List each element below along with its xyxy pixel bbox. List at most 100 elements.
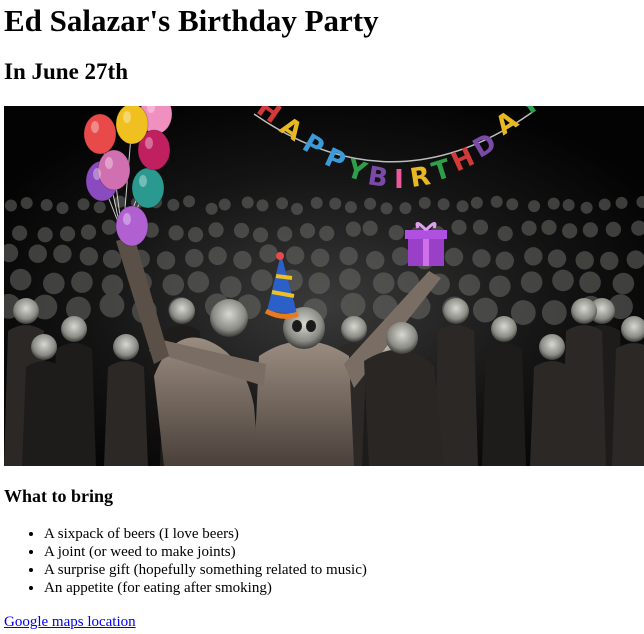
crowd-skull — [506, 198, 519, 211]
crowd-skull — [366, 251, 385, 270]
crowd-skull — [285, 246, 305, 265]
balloon — [131, 167, 165, 209]
balloon-highlight — [145, 137, 153, 149]
crowd-skull — [259, 244, 278, 263]
crowd-skull — [344, 201, 357, 214]
crowd-skull — [53, 244, 72, 264]
balloon-highlight — [91, 121, 99, 133]
crowd-skull — [168, 225, 184, 241]
balloon-highlight — [123, 213, 131, 225]
crowd-skull — [156, 251, 176, 270]
balloon-highlight — [105, 157, 113, 169]
crowd-skull — [256, 199, 269, 212]
balloon-highlight — [93, 168, 101, 180]
list-item: A joint (or weed to make joints) — [44, 543, 367, 561]
crowd-skull — [99, 292, 125, 318]
crowd-skull — [276, 197, 289, 210]
crowd-skull — [600, 251, 619, 271]
bring-list: A sixpack of beers (I love beers) A join… — [4, 525, 367, 597]
party-date-heading: In June 27th — [4, 59, 128, 84]
crowd-body — [22, 361, 66, 466]
crowd-skull — [218, 198, 231, 211]
left-figure-skull — [210, 299, 248, 337]
center-figure — [254, 341, 354, 466]
crowd-skull — [615, 196, 628, 209]
crowd-skull — [56, 202, 69, 215]
crowd-skull — [340, 292, 366, 318]
crowd-skull — [233, 250, 252, 270]
crowd-skull — [101, 219, 117, 235]
balloon — [97, 149, 131, 191]
crowd-body — [612, 343, 644, 466]
balloon — [83, 113, 117, 155]
crowd-skull — [102, 249, 122, 269]
crowd-skull — [310, 248, 330, 268]
crowd-skull — [580, 201, 593, 214]
crowd-skull — [4, 199, 17, 212]
crowd-skull — [80, 224, 97, 240]
what-to-bring-heading: What to bring — [4, 486, 114, 506]
google-maps-link[interactable]: Google maps location — [4, 613, 136, 631]
right-figure-skull — [386, 322, 418, 354]
right-figure — [364, 349, 444, 466]
balloon — [115, 205, 149, 247]
crowd-skull — [524, 247, 543, 266]
crowd-skull — [458, 274, 481, 296]
crowd-skull — [20, 196, 33, 209]
crowd-skull — [444, 247, 464, 267]
center-figure-skull — [283, 307, 325, 349]
crowd-skull — [456, 200, 469, 213]
crowd-skull — [612, 272, 635, 295]
balloon-highlight — [139, 175, 147, 187]
crowd-skull — [208, 246, 227, 266]
crowd-skull — [598, 198, 611, 211]
crowd-skull — [380, 202, 393, 215]
crowd-skull — [339, 268, 361, 290]
crowd-skull — [547, 249, 567, 268]
crowd-skull — [399, 202, 412, 215]
crowd-skull — [472, 219, 489, 235]
crowd-skull — [169, 298, 195, 324]
crowd-skull — [472, 297, 498, 323]
crowd-skull — [552, 269, 574, 292]
crowd-skull — [319, 225, 335, 241]
crowd-skull — [233, 222, 250, 239]
crowd-skull — [162, 273, 185, 296]
crowd-skull — [437, 198, 450, 211]
banner-letter: I — [394, 165, 404, 195]
page: Ed Salazar's Birthday Party In June 27th — [4, 0, 644, 634]
crowd-skull — [418, 196, 431, 209]
crowd-skull — [252, 227, 269, 243]
crowd-skull — [71, 271, 93, 293]
crowd-skull — [43, 272, 65, 295]
crowd-skull — [308, 272, 331, 295]
crowd-skull — [93, 201, 106, 214]
list-item: A sixpack of beers (I love beers) — [44, 525, 367, 543]
crowd-skull — [28, 244, 47, 263]
crowd-skull — [510, 300, 536, 325]
crowd-skull — [187, 271, 210, 293]
crowd-skull — [220, 276, 242, 298]
crowd-skull — [188, 227, 204, 243]
crowd-skull — [562, 223, 578, 239]
crowd-skull — [541, 219, 557, 236]
crowd-skull — [183, 195, 196, 208]
page-title: Ed Salazar's Birthday Party — [4, 3, 379, 38]
crowd-skull — [495, 251, 514, 270]
crowd-skull — [562, 198, 575, 211]
crowd-skull — [575, 251, 594, 270]
crowd-skull — [113, 334, 139, 360]
crowd-skull — [520, 271, 543, 293]
crowd-skull — [489, 275, 511, 298]
crowd-skull — [571, 298, 597, 324]
crowd-skull — [61, 316, 87, 342]
crowd-skull — [59, 226, 76, 242]
crowd-skull — [208, 222, 224, 238]
crowd-skull — [167, 198, 180, 211]
crowd-body — [562, 325, 606, 466]
crowd-skull — [391, 247, 411, 266]
crowd-skull — [539, 334, 565, 360]
balloon-highlight — [123, 111, 131, 123]
crowd-skull — [364, 197, 377, 210]
crowd-skull — [582, 222, 598, 238]
